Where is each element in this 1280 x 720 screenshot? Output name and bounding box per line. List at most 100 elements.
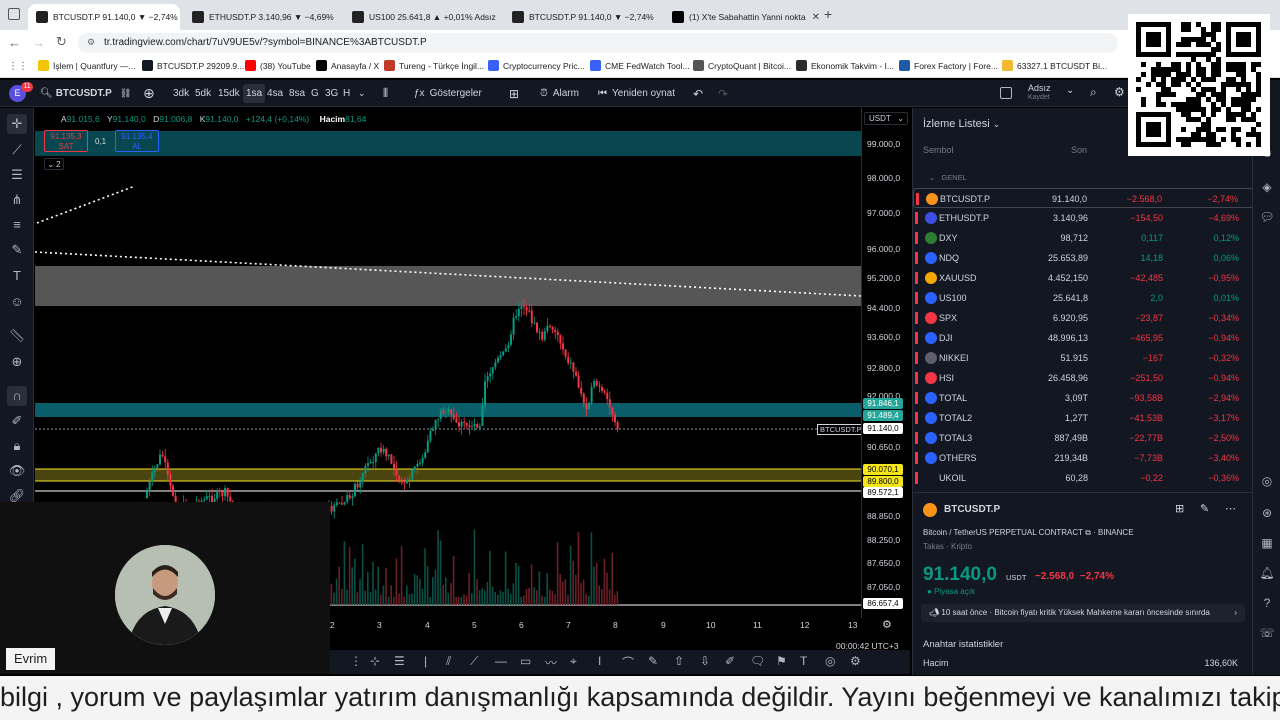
cursor-icon[interactable]: ⊹ [370,654,380,668]
timeframe-4sa[interactable]: 4sa [267,80,283,107]
crosshair-icon[interactable]: ✛ [7,114,27,134]
browser-tab[interactable]: (1) X'te Sabahattin Yanni nokta ✕ [664,4,820,30]
site-info-icon[interactable]: ⚙ [87,37,95,48]
bookmark[interactable]: CryptoQuant | Bitcoi... [693,60,791,71]
timeframe-3dk[interactable]: 3dk [173,80,189,107]
lock-drawings-icon[interactable]: ✐ [7,411,27,431]
bookmark[interactable]: BTCUSDT.P 29209.9... [142,60,244,71]
watchlist-row[interactable]: SPX 6.920,95 −23,87 −0,34% [913,308,1253,328]
bookmark[interactable]: İşlem | Quantfury —... [38,60,136,71]
browser-tab[interactable]: BTCUSDT.P 91.140,0 ▼ −2,74%✕ [504,4,660,30]
hlines-icon[interactable]: ☰ [394,654,405,668]
close-icon[interactable]: ✕ [496,12,500,23]
currency-selector[interactable]: USDT ⌄ [864,112,908,125]
bookmark[interactable]: Tureng - Türkçe İngil... [384,60,484,71]
watchlist-title[interactable]: İzleme Listesi ⌄ [923,118,1000,130]
grid-icon[interactable]: ⊞ [1175,502,1184,515]
bookmark[interactable]: Forex Factory | Fore... [899,60,998,71]
timeframe-h[interactable]: H [343,80,350,107]
horizontal-lines-icon[interactable]: ☰ [7,165,27,185]
timeframe-g[interactable]: G [311,80,319,107]
target-icon[interactable]: ◎ [1259,474,1275,490]
pen-icon[interactable]: ✐ [725,654,735,668]
edit-icon[interactable]: ✎ [1200,502,1209,515]
apps-icon[interactable]: ⋮⋮ [8,61,28,72]
watchlist-row[interactable]: ETHUSDT.P 3.140,96 −154,50 −4,69% [913,208,1253,228]
bookmark[interactable]: (38) YouTube [245,60,311,71]
watchlist-row[interactable]: BTCUSDT.P 91.140,0 −2.568,0 −2,74% [913,188,1253,208]
text-tool-icon[interactable]: T [800,654,807,668]
chevron-down-icon[interactable]: ⌄ [358,80,366,107]
compare-icon[interactable]: ⊕ [143,80,155,107]
notifications-icon[interactable]: 🔔︎ [1259,566,1275,582]
chat-icon[interactable]: 💬︎ [1259,210,1275,226]
alarm-button[interactable]: ⏰︎ Alarm [540,80,579,107]
zoom-icon[interactable]: ⊕ [7,352,27,372]
watchlist-row[interactable]: XAUUSD 4.452,150 −42,485 −0,95% [913,268,1253,288]
timeframe-3g[interactable]: 3G [325,80,338,107]
watchlist-row[interactable]: TOTAL 3,09T −93,58B −2,94% [913,388,1253,408]
layout-icon[interactable] [1000,87,1012,99]
time-scale[interactable]: 2 3 4 5 6 7 8 9 10 11 12 13 ⚙ [330,618,910,632]
new-tab-icon[interactable]: + [824,6,832,22]
url-field[interactable]: ⚙ tr.tradingview.com/chart/7uV9UE5v/?symb… [78,33,1118,53]
col-last[interactable]: Son [1071,145,1087,155]
help-icon[interactable]: ? [1259,596,1275,612]
col-symbol[interactable]: Sembol [923,145,954,155]
section-header[interactable]: ⌄ GENEL [929,173,967,182]
undo-icon[interactable]: ↶ [693,80,703,107]
bookmark[interactable]: Ekonomik Takvim - I... [796,60,894,71]
reload-icon[interactable]: ↻ [56,34,67,50]
eye-icon[interactable]: 👁︎ [7,461,27,481]
trendline-icon[interactable]: ⟋ [470,654,478,669]
buy-button[interactable]: 91.135,4 AL [115,130,159,152]
arc-icon[interactable]: ⌒ [622,654,634,671]
pattern-icon[interactable]: ⌖ [570,654,577,669]
watchlist-row[interactable]: DJI 48.996,13 −465,95 −0,94% [913,328,1253,348]
bookmark[interactable]: 63327.1 BTCUSDT Bi... [1002,60,1107,71]
watchlist-row[interactable]: US100 25.641,8 2,0 0,01% [913,288,1253,308]
indicator-toggle[interactable]: ⌄ 2 [44,158,64,170]
arrow-up-icon[interactable]: ⇧ [674,654,684,668]
watchlist-row[interactable]: TOTAL3 887,49B −22,77B −2,50% [913,428,1253,448]
target-icon[interactable]: ◎ [825,654,835,668]
magnet-icon[interactable]: ∩ [7,386,27,406]
text-icon[interactable]: I [598,654,601,668]
brush-icon[interactable]: ✎ [7,240,27,260]
watchlist-row[interactable]: HSI 26.458,96 −251,50 −0,94% [913,368,1253,388]
hline-icon[interactable]: — [495,654,507,668]
bookmark[interactable]: Anasayfa / X [316,60,379,71]
parallel-channel-icon[interactable]: ⫽ [446,654,451,669]
watchlist-row[interactable]: UKOIL 60,28 −0,22 −0,36% [913,468,1253,488]
sell-button[interactable]: 91.135,3 SAT [44,130,88,152]
more-icon[interactable]: ⋯ [1225,502,1236,515]
watchlist-row[interactable]: NDQ 25.653,89 14,18 0,06% [913,248,1253,268]
close-icon[interactable]: ✕ [178,12,180,23]
timeframe-1sa[interactable]: 1sa [243,84,266,103]
symbol-search[interactable]: 🔍︎ BTCUSDT.P ⛓ [40,80,131,107]
tab-search-icon[interactable] [8,8,20,20]
timeframe-5dk[interactable]: 5dk [195,80,211,107]
close-icon[interactable]: ✕ [334,12,341,23]
browser-tab[interactable]: BTCUSDT.P 91.140,0 ▼ −2,74%✕ [28,4,180,30]
templates-icon[interactable]: ⊞ [509,80,519,107]
callout-icon[interactable]: 🗨︎ [750,654,765,668]
arrow-down-icon[interactable]: ⇩ [700,654,710,668]
details-symbol[interactable]: BTCUSDT.P [944,504,1000,515]
timeframe-8sa[interactable]: 8sa [289,80,305,107]
close-icon[interactable]: ✕ [654,12,661,23]
forward-icon[interactable]: → [32,35,45,50]
chat-icon[interactable]: ☏ [1259,626,1275,642]
chevron-down-icon[interactable]: ⌄ [1066,85,1074,96]
brush-icon[interactable]: ✎ [648,654,658,668]
vline-icon[interactable]: | [424,654,427,668]
fib-icon[interactable]: ≡ [7,215,27,235]
browser-tab[interactable]: ETHUSDT.P 3.140,96 ▼ −4,69%✕ [184,4,340,30]
text-icon[interactable]: T [7,266,27,286]
rectangle-icon[interactable]: ▭ [520,654,531,668]
indicators-button[interactable]: ƒx Göstergeler [414,80,482,107]
quick-search-icon[interactable]: ⌕ [1090,85,1097,100]
price-scale[interactable]: USDT ⌄ 99.000,0 98.000,0 97.000,0 96.000,… [861,108,909,618]
settings-icon[interactable]: ⚙ [1114,85,1125,99]
browser-tab[interactable]: US100 25.641,8 ▲ +0,01% Adsız✕ [344,4,500,30]
